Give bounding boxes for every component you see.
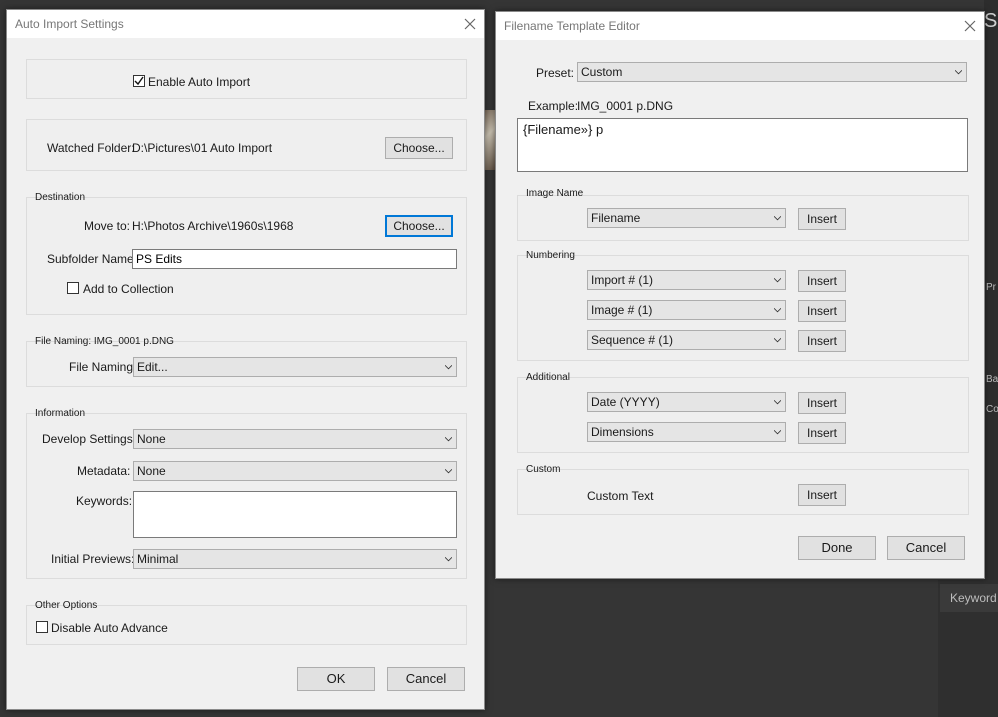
image-number-value: Image # (1) <box>591 303 653 317</box>
image-number-dropdown[interactable]: Image # (1) <box>587 300 786 320</box>
sequence-number-value: Sequence # (1) <box>591 333 674 347</box>
background-title-text: Sl <box>984 10 998 32</box>
cancel-button[interactable]: Cancel <box>387 667 465 691</box>
template-text-field[interactable]: {Filename»} p <box>517 118 968 172</box>
numbering-title: Numbering <box>526 250 575 261</box>
watched-folder-choose-button[interactable]: Choose... <box>385 137 453 159</box>
chevron-down-icon <box>774 430 781 435</box>
title-bar: Filename Template Editor <box>496 12 984 40</box>
preset-label: Preset: <box>536 66 575 80</box>
chevron-down-icon <box>774 216 781 221</box>
chevron-down-icon <box>445 437 452 442</box>
enable-auto-import-checkbox[interactable] <box>133 75 145 87</box>
watched-folder-path: D:\Pictures\01 Auto Import <box>132 141 273 155</box>
done-button[interactable]: Done <box>798 536 876 560</box>
insert-sequence-number-button[interactable]: Insert <box>798 330 846 352</box>
close-icon <box>464 18 476 30</box>
dimensions-dropdown[interactable]: Dimensions <box>587 422 786 442</box>
metadata-dropdown[interactable]: None <box>133 461 457 481</box>
cancel-button[interactable]: Cancel <box>887 536 965 560</box>
template-text: {Filename»} p <box>523 122 604 137</box>
image-name-dropdown[interactable]: Filename <box>587 208 786 228</box>
information-title: Information <box>35 408 86 419</box>
example-value: IMG_0001 p.DNG <box>577 99 674 113</box>
custom-text-label: Custom Text <box>587 489 654 503</box>
insert-image-name-button[interactable]: Insert <box>798 208 846 230</box>
chevron-down-icon <box>774 338 781 343</box>
watched-folder-label: Watched Folder: <box>47 141 135 155</box>
background-panel-label-3: Co <box>986 404 998 415</box>
preset-value: Custom <box>581 65 623 79</box>
date-value: Date (YYYY) <box>591 395 660 409</box>
move-to-label: Move to: <box>84 219 131 233</box>
image-name-value: Filename <box>591 211 641 225</box>
custom-title: Custom <box>526 464 561 475</box>
other-options-title: Other Options <box>35 600 98 611</box>
background-panel-label-1: Pr <box>986 282 996 293</box>
metadata-value: None <box>137 464 166 478</box>
dialog-title: Filename Template Editor <box>504 19 640 33</box>
subfolder-name-input[interactable] <box>132 249 457 269</box>
title-bar: Auto Import Settings <box>7 10 484 38</box>
initial-previews-label: Initial Previews: <box>51 552 135 566</box>
file-naming-label: File Naming: <box>69 360 137 374</box>
file-naming-dropdown[interactable]: Edit... <box>133 357 457 377</box>
background-panel-label-2: Ba <box>986 374 998 385</box>
destination-title: Destination <box>35 192 86 203</box>
sequence-number-dropdown[interactable]: Sequence # (1) <box>587 330 786 350</box>
insert-date-button[interactable]: Insert <box>798 392 846 414</box>
dialog-title: Auto Import Settings <box>15 17 124 31</box>
keywords-label: Keywords: <box>76 494 133 508</box>
subfolder-name-label: Subfolder Name: <box>47 252 138 266</box>
enable-auto-import-label[interactable]: Enable Auto Import <box>148 75 250 89</box>
develop-settings-dropdown[interactable]: None <box>133 429 457 449</box>
move-to-path: H:\Photos Archive\1960s\1968 <box>132 219 294 233</box>
checkmark-icon <box>134 76 144 86</box>
chevron-down-icon <box>955 70 962 75</box>
ok-button[interactable]: OK <box>297 667 375 691</box>
move-to-choose-button[interactable]: Choose... <box>385 215 453 237</box>
close-icon <box>964 20 976 32</box>
close-button[interactable] <box>456 12 484 36</box>
disable-auto-advance-checkbox[interactable] <box>36 621 48 633</box>
image-name-title: Image Name <box>526 188 584 199</box>
disable-auto-advance-label[interactable]: Disable Auto Advance <box>51 621 168 635</box>
chevron-down-icon <box>445 557 452 562</box>
insert-custom-text-button[interactable]: Insert <box>798 484 846 506</box>
close-button[interactable] <box>956 14 984 38</box>
chevron-down-icon <box>445 365 452 370</box>
filename-template-editor-dialog: Filename Template Editor Preset: Custom … <box>495 11 985 579</box>
develop-settings-label: Develop Settings: <box>42 432 137 446</box>
insert-image-number-button[interactable]: Insert <box>798 300 846 322</box>
chevron-down-icon <box>445 469 452 474</box>
develop-settings-value: None <box>137 432 166 446</box>
import-number-value: Import # (1) <box>591 273 654 287</box>
initial-previews-value: Minimal <box>137 552 179 566</box>
auto-import-dialog: Auto Import Settings Enable Auto Import … <box>6 9 485 710</box>
custom-group <box>517 469 969 515</box>
import-number-dropdown[interactable]: Import # (1) <box>587 270 786 290</box>
chevron-down-icon <box>774 278 781 283</box>
date-dropdown[interactable]: Date (YYYY) <box>587 392 786 412</box>
chevron-down-icon <box>774 308 781 313</box>
keywords-textarea[interactable] <box>133 491 457 538</box>
add-to-collection-checkbox[interactable] <box>67 282 79 294</box>
preset-dropdown[interactable]: Custom <box>577 62 967 82</box>
metadata-label: Metadata: <box>77 464 131 478</box>
insert-import-number-button[interactable]: Insert <box>798 270 846 292</box>
add-to-collection-label[interactable]: Add to Collection <box>83 282 174 296</box>
background-keyword-tab-label: Keyword <box>950 591 997 605</box>
additional-title: Additional <box>526 372 570 383</box>
file-naming-title: File Naming: IMG_0001 p.DNG <box>35 336 174 347</box>
initial-previews-dropdown[interactable]: Minimal <box>133 549 457 569</box>
insert-dimensions-button[interactable]: Insert <box>798 422 846 444</box>
file-naming-value: Edit... <box>137 360 168 374</box>
chevron-down-icon <box>774 400 781 405</box>
example-label: Example: <box>528 99 579 113</box>
dimensions-value: Dimensions <box>591 425 654 439</box>
